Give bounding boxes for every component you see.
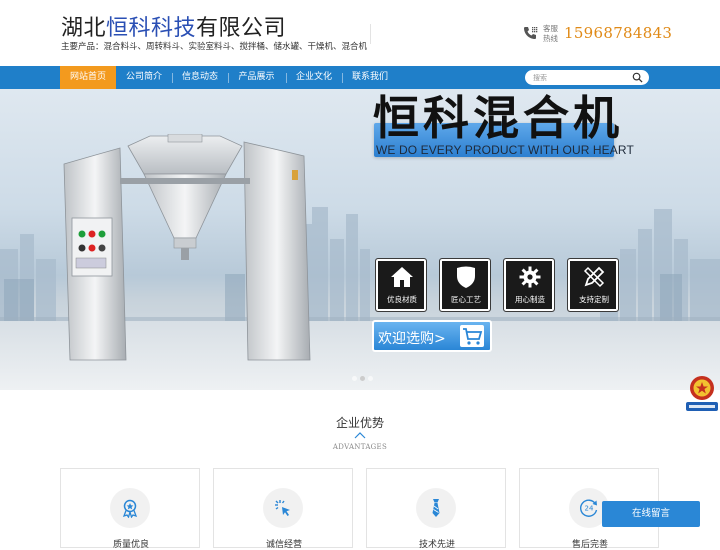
feature-label: 匠心工艺 [451,295,481,304]
shop-now-label: 欢迎选购> [378,331,446,347]
nav-item-culture[interactable]: 企业文化 [288,66,340,89]
feature-dedicated-manufacturing: 用心制造 [503,258,555,312]
online-message-button[interactable]: 在线留言 [602,501,700,527]
shield-icon [457,266,475,288]
advantage-card[interactable]: 技术先进 [366,468,506,550]
feature-label: 支持定制 [579,295,609,304]
card-icon-bg [416,488,456,528]
card-label: 质量优良 [112,540,149,550]
house-icon [391,267,413,287]
card-label: 诚信经营 [265,540,302,550]
nav-item-news[interactable]: 信息动态 [174,66,226,89]
nav-item-home[interactable]: 网站首页 [60,66,116,89]
feature-label: 用心制造 [515,295,545,304]
section-subtitle: ADVANTAGES [332,443,388,451]
company-name-suffix: 有限公司 [196,16,287,41]
slider-dot[interactable] [368,376,373,381]
nav-item-products[interactable]: 产品展示 [230,66,283,89]
company-name[interactable]: 湖北恒科科技有限公司 [61,10,286,42]
cart-icon [460,325,484,347]
service-label-line1: 客服 [543,24,558,33]
banner-title: 恒科混合机 [373,91,623,145]
banner-slogan: 我们用心做每一款产品 [399,43,589,64]
advantage-card[interactable]: 诚信经营 [213,468,353,550]
24h-icon: 24 [580,499,598,517]
header-divider [370,24,371,44]
card-icon-bg [263,488,303,528]
card-label: 售后完善 [571,540,608,550]
chevron-up-icon [354,432,366,439]
main-products-text: 主要产品：混合料斗、周转料斗、实验室料斗、搅拌桶、储水罐、干燥机、混合机 [61,42,368,52]
nav-separator [172,73,173,83]
nav-separator [342,73,343,83]
advantage-card[interactable]: 质量优良 [60,468,200,550]
company-name-prefix: 湖北 [61,16,107,41]
nav-item-about[interactable]: 公司简介 [118,66,170,89]
search-icon[interactable] [632,72,643,83]
feature-customization: 支持定制 [567,258,619,312]
mixer-machine-image [63,134,311,361]
slider-dot[interactable] [352,376,357,381]
cursor-click-icon [275,500,290,516]
svg-text:24: 24 [585,505,594,513]
tie-icon [432,499,440,517]
banner-english-slogan: WE DO EVERY PRODUCT WITH OUR HEART [376,143,634,157]
nav-separator [286,73,287,83]
section-title: 企业优势 [335,416,384,430]
feature-craftsmanship: 匠心工艺 [439,258,491,312]
medal-icon [122,499,138,518]
nav-separator [228,73,229,83]
gear-icon [519,266,541,288]
feature-label: 优良材质 [387,295,417,304]
card-icon-bg [110,488,150,528]
police-110-badge-icon[interactable] [685,373,719,413]
feature-quality-material: 优良材质 [375,258,427,312]
company-name-highlight: 恒科科技 [106,16,197,41]
card-label: 技术先进 [418,540,455,550]
pencil-ruler-icon [583,266,605,288]
slider-dot[interactable] [360,376,365,381]
